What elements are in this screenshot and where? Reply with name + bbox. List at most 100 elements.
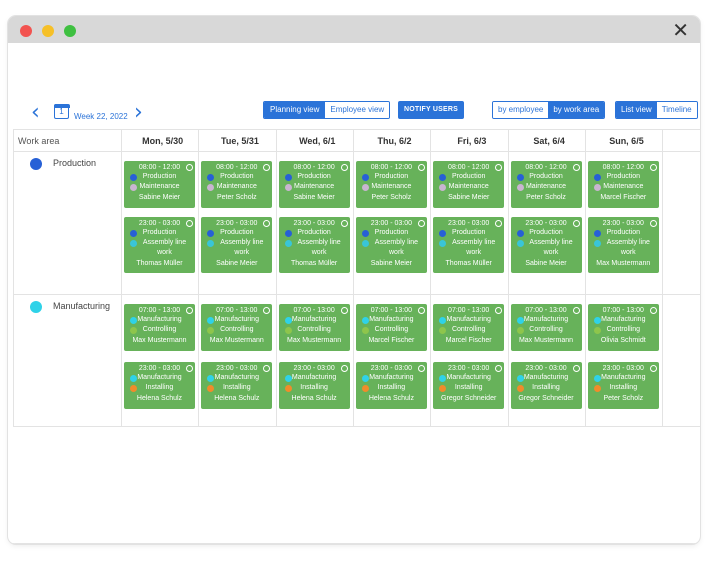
next-week-button[interactable]: › — [134, 102, 143, 124]
clock-icon — [649, 365, 657, 372]
area-name: Installing — [532, 384, 560, 391]
shift-card[interactable]: 07:00 - 13:00 Manufacturing Controlling Mar… — [433, 304, 505, 351]
shift-area: Installing — [201, 383, 272, 393]
shift-card[interactable]: 08:00 - 12:00 Production Maintenance Peter … — [355, 161, 427, 208]
clock-icon — [340, 365, 348, 372]
shift-area: Production — [279, 228, 350, 238]
close-icon[interactable]: ✕ — [672, 20, 689, 40]
shift-area: Production — [279, 172, 350, 182]
area-color-icon — [284, 317, 292, 324]
clock-icon — [417, 307, 425, 314]
area-name: Assembly line work — [529, 239, 573, 256]
work-area-color-icon — [30, 158, 42, 170]
area-name: Manufacturing — [601, 316, 646, 323]
week-label: Week 22, 2022 — [74, 112, 128, 121]
area-name: Manufacturing — [214, 374, 259, 381]
notify-users-button[interactable]: NOTIFY USERS — [398, 101, 465, 119]
clock-icon — [649, 164, 657, 171]
close-window-button[interactable] — [20, 25, 32, 37]
shift-card[interactable]: 23:00 - 03:00 Production Assembly line wor… — [278, 217, 350, 273]
minimize-window-button[interactable] — [42, 25, 54, 37]
shift-card[interactable]: 07:00 - 13:00 Manufacturing Controlling Max… — [510, 304, 582, 351]
shift-area: Installing — [433, 383, 504, 393]
shift-card[interactable]: 08:00 - 12:00 Production Maintenance Sabine… — [124, 161, 195, 208]
shift-area: Manufacturing — [201, 373, 272, 383]
shift-card[interactable]: 23:00 - 03:00 Manufacturing Installing Hele… — [278, 362, 350, 409]
area-color-icon — [361, 230, 369, 237]
shift-area: Controlling — [279, 325, 350, 335]
shift-card[interactable]: 23:00 - 03:00 Production Assembly line wor… — [201, 217, 273, 273]
area-name: Production — [374, 229, 409, 236]
shift-card[interactable]: 07:00 - 13:00 Manufacturing Controlling Max… — [201, 304, 273, 351]
shift-card[interactable]: 23:00 - 03:00 Production Assembly line wor… — [587, 217, 659, 273]
work-area-label: Manufacturing — [53, 301, 111, 311]
shift-card[interactable]: 23:00 - 03:00 Manufacturing Installing Hele… — [201, 362, 273, 409]
shift-card[interactable]: 08:00 - 12:00 Production Maintenance Sabine… — [278, 161, 350, 208]
work-area-header: Work area — [18, 136, 60, 146]
shift-area: Production — [511, 228, 582, 238]
shift-card[interactable]: 07:00 - 13:00 Manufacturing Controlling Max… — [124, 304, 195, 351]
area-name: Maintenance — [603, 183, 644, 190]
clock-icon — [417, 365, 425, 372]
previous-week-button[interactable]: ‹ — [31, 102, 40, 124]
shift-card[interactable]: 07:00 - 13:00 Manufacturing Controlling Max… — [278, 304, 350, 351]
shift-card[interactable]: 07:00 - 13:00 Manufacturing Controlling Oli… — [587, 304, 659, 351]
area-color-icon — [439, 184, 447, 191]
clock-icon — [417, 164, 425, 171]
maximize-window-button[interactable] — [64, 25, 76, 37]
area-color-icon — [516, 375, 524, 382]
shift-card[interactable]: 08:00 - 12:00 Production Maintenance Marcel… — [587, 161, 659, 208]
area-name: Manufacturing — [369, 316, 414, 323]
employee-name: Gregor Schneider — [518, 395, 574, 402]
by-work-area-tab[interactable]: by work area — [548, 102, 605, 118]
shift-time: 07:00 - 13:00 — [525, 307, 567, 314]
shift-card[interactable]: 07:00 - 13:00 Manufacturing Controlling Mar… — [355, 304, 427, 351]
shift-area: Manufacturing — [588, 373, 659, 383]
employee-name: Marcel Fischer — [368, 337, 415, 344]
layout-toggle: List view Timeline — [615, 101, 698, 119]
day-header: Thu, 6/2 — [377, 136, 412, 146]
clock-icon — [495, 164, 503, 171]
area-color-icon — [284, 375, 292, 382]
shift-time: 23:00 - 03:00 — [525, 365, 567, 372]
clock-icon — [417, 220, 425, 227]
employee-view-tab[interactable]: Employee view — [325, 102, 390, 118]
shift-area: Manufacturing — [356, 315, 427, 325]
clock-icon — [649, 220, 657, 227]
list-view-tab[interactable]: List view — [616, 102, 657, 118]
planning-view-tab[interactable]: Planning view — [264, 102, 326, 118]
day-header: Tue, 5/31 — [221, 136, 259, 146]
clock-icon — [572, 365, 580, 372]
area-color-icon — [130, 230, 137, 237]
shift-card[interactable]: 08:00 - 12:00 Production Maintenance Sabine… — [433, 161, 505, 208]
shift-area: Installing — [279, 383, 350, 393]
shift-area: Assembly line work — [588, 238, 659, 258]
shift-time: 23:00 - 03:00 — [216, 365, 258, 372]
shift-card[interactable]: 23:00 - 03:00 Manufacturing Installing Pete… — [587, 362, 659, 409]
calendar-icon[interactable]: 1 — [53, 103, 70, 119]
area-name: Assembly line work — [452, 239, 496, 256]
shift-card[interactable]: 23:00 - 03:00 Production Assembly line wor… — [433, 217, 505, 273]
area-name: Production — [529, 173, 563, 180]
timeline-tab[interactable]: Timeline — [656, 102, 697, 118]
by-employee-tab[interactable]: by employee — [493, 102, 549, 118]
day-header: Mon, 5/30 — [142, 136, 184, 146]
shift-card[interactable]: 08:00 - 12:00 Production Maintenance Peter … — [510, 161, 582, 208]
area-color-icon — [516, 240, 524, 247]
shift-card[interactable]: 23:00 - 03:00 Manufacturing Installing Hele… — [355, 362, 427, 409]
shift-card[interactable]: 23:00 - 03:00 Manufacturing Installing Hele… — [124, 362, 195, 409]
area-name: Manufacturing — [601, 374, 646, 381]
toolbar: ‹ 1 Week 22, 2022 › Planning view Employ… — [8, 101, 700, 129]
shift-area: Manufacturing — [588, 315, 659, 325]
shift-card[interactable]: 23:00 - 03:00 Manufacturing Installing Greg… — [433, 362, 505, 409]
shift-card[interactable]: 23:00 - 03:00 Production Assembly line wor… — [355, 217, 427, 273]
shift-card[interactable]: 23:00 - 03:00 Production Assembly line wor… — [124, 217, 195, 273]
area-name: Manufacturing — [137, 316, 182, 323]
area-color-icon — [207, 317, 215, 324]
shift-card[interactable]: 23:00 - 03:00 Manufacturing Installing Greg… — [510, 362, 582, 409]
area-name: Controlling — [606, 326, 641, 333]
shift-card[interactable]: 23:00 - 03:00 Production Assembly line wor… — [510, 217, 582, 273]
shift-area: Manufacturing — [279, 373, 350, 383]
shift-card[interactable]: 08:00 - 12:00 Production Maintenance Peter … — [201, 161, 273, 208]
employee-name: Sabine Meier — [448, 194, 490, 201]
